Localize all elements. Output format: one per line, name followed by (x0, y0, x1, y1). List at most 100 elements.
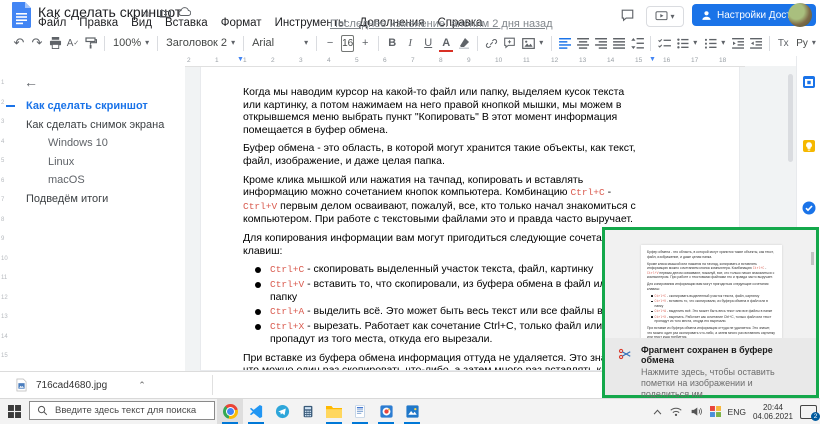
ruler-number: 11 (523, 57, 530, 64)
insert-link-button[interactable] (482, 33, 500, 53)
close-outline-icon[interactable]: ← (24, 74, 38, 90)
align-center-button[interactable] (574, 33, 592, 53)
font-select[interactable]: Arial▾ (248, 33, 312, 53)
taskbar-app-chrome[interactable] (217, 399, 243, 424)
google-keep-icon[interactable] (801, 138, 817, 154)
text-color-button[interactable]: A (437, 33, 455, 53)
align-right-button[interactable] (592, 33, 610, 53)
menu-item-format[interactable]: Формат (221, 17, 262, 29)
menu-item-insert[interactable]: Вставка (165, 17, 208, 29)
download-item[interactable]: 716cad4680.jpg ⌃ (10, 372, 152, 398)
bold-button[interactable]: B (383, 33, 401, 53)
ruler-number: 13 (579, 57, 586, 64)
highlight-color-button[interactable] (455, 33, 473, 53)
volume-icon[interactable] (690, 406, 703, 417)
outline-item[interactable]: Linux (48, 156, 181, 168)
font-size-input[interactable]: 16 (341, 35, 354, 52)
menu-item-edit[interactable]: Правка (79, 17, 118, 29)
toolbar: ↶ ↷ A✓ 100%▾ Заголовок 2▾ Arial▾ − 16 + … (0, 30, 820, 56)
taskbar-app-telegram[interactable] (269, 399, 295, 424)
doc-paragraph: Для копирования информации вам могут при… (243, 232, 641, 257)
decrease-indent-button[interactable] (729, 33, 747, 53)
cloud-status-icon[interactable] (178, 7, 191, 16)
taskbar-app-calculator[interactable] (295, 399, 321, 424)
doc-paragraph: Буфер обмена - это область, в которой мо… (243, 142, 641, 167)
print-button[interactable] (46, 33, 64, 53)
account-avatar[interactable] (788, 3, 812, 27)
bullet-dot (255, 282, 261, 288)
input-tools-button[interactable]: Ру▾ (792, 33, 820, 53)
vertical-scrollbar-thumb[interactable] (788, 74, 793, 162)
network-icon[interactable] (669, 406, 683, 417)
bullet-dot (255, 309, 261, 315)
increase-indent-button[interactable] (747, 33, 765, 53)
spellcheck-button[interactable]: A✓ (64, 33, 82, 53)
taskbar-clock[interactable]: 20:44 04.06.2021 (753, 403, 793, 421)
taskbar-app-vscode[interactable] (243, 399, 269, 424)
comments-icon[interactable] (620, 8, 635, 22)
insert-image-button[interactable]: ▾ (518, 33, 547, 53)
snip-notification-toast[interactable]: Фрагмент сохранен в буфере обмена Нажмит… (605, 338, 816, 395)
doc-bullet-item: Ctrl+X - вырезать. Работает как сочетани… (243, 320, 641, 346)
ruler-number: 9 (467, 57, 471, 64)
taskbar-app-explorer[interactable] (321, 399, 347, 424)
undo-button[interactable]: ↶ (10, 33, 28, 53)
download-options-icon[interactable]: ⌃ (138, 380, 146, 391)
font-size-decrease-button[interactable]: − (321, 33, 339, 53)
bullet-dot (651, 301, 653, 303)
clear-formatting-button[interactable]: Тх (774, 33, 792, 53)
download-filename: 716cad4680.jpg (36, 380, 107, 391)
google-docs-logo[interactable] (12, 2, 32, 28)
taskbar-apps (217, 399, 425, 424)
numbered-list-button[interactable]: ▾ (701, 33, 729, 53)
menu-item-view[interactable]: Вид (131, 17, 152, 29)
system-tray: ENG 20:44 04.06.2021 2 (653, 399, 817, 424)
start-button[interactable] (0, 399, 29, 424)
paint-format-button[interactable] (82, 33, 100, 53)
italic-button[interactable]: I (401, 33, 419, 53)
outline-item[interactable]: Как сделать скриншот (26, 100, 181, 112)
outline-item[interactable]: Как сделать снимок экрана (26, 119, 181, 131)
toast-scroll-hint (811, 252, 814, 265)
underline-button[interactable]: U (419, 33, 437, 53)
align-left-button[interactable] (556, 33, 574, 53)
checklist-button[interactable] (655, 33, 673, 53)
present-button[interactable]: ▾ (646, 6, 684, 27)
add-comment-button[interactable] (500, 33, 518, 53)
action-center-icon[interactable]: 2 (800, 405, 817, 419)
ruler-number: 6 (1, 178, 11, 184)
ruler-number: 17 (691, 57, 698, 64)
font-size-increase-button[interactable]: + (356, 33, 374, 53)
google-tasks-icon[interactable] (801, 200, 817, 216)
line-spacing-button[interactable] (628, 33, 646, 53)
doc-paragraph: Буфер обмена - это область, в которой мо… (647, 250, 776, 259)
doc-bullet-item: Ctrl+V - вставить то, что скопировали, и… (243, 278, 641, 304)
taskbar-app-photos[interactable] (399, 399, 425, 424)
align-justify-button[interactable] (610, 33, 628, 53)
download-bar-divider (212, 375, 213, 395)
redo-button[interactable]: ↷ (28, 33, 46, 53)
last-edit-link[interactable]: Последнее изменение: аноним 2 дня назад (330, 18, 553, 30)
right-indent-marker[interactable]: ▼ (649, 56, 656, 64)
bulleted-list-button[interactable]: ▾ (673, 33, 701, 53)
outline-item[interactable]: macOS (48, 174, 181, 186)
google-calendar-icon[interactable] (801, 74, 817, 90)
taskbar-search-input[interactable]: Введите здесь текст для поиска (29, 401, 215, 420)
doc-paragraph: Кроме клика мышкой или нажатия на тачпад… (647, 262, 776, 280)
styles-select[interactable]: Заголовок 2▾ (162, 33, 239, 53)
menu-item-file[interactable]: Файл (38, 17, 66, 29)
snip-thumbnail[interactable]: Буфер обмена - это область, в которой мо… (641, 245, 782, 339)
outline-item[interactable]: Подведём итоги (26, 193, 181, 205)
taskbar-app-media[interactable] (373, 399, 399, 424)
doc-bullet-item: Ctrl+C - скопировать выделенный участок … (647, 294, 776, 299)
clock-time: 20:44 (753, 403, 793, 412)
bullet-dot (255, 267, 261, 273)
taskbar-app-writer[interactable] (347, 399, 373, 424)
snip-sketch-icon (618, 345, 632, 395)
ruler-number: 8 (1, 217, 11, 223)
language-indicator[interactable]: ENG (728, 407, 746, 417)
outline-item[interactable]: Windows 10 (48, 137, 181, 149)
zoom-select[interactable]: 100%▾ (109, 33, 153, 53)
show-hidden-icons[interactable] (653, 409, 662, 415)
language-keyboard-icon[interactable] (710, 406, 721, 417)
